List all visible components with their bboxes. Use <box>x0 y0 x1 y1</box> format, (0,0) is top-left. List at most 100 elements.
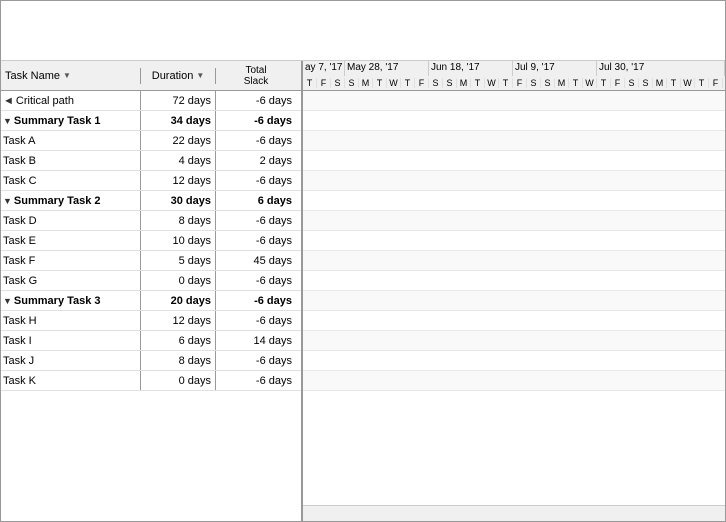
collapse-icon-summary3[interactable]: ▼ <box>3 296 12 306</box>
duration-label: Duration <box>152 70 194 82</box>
month-jul9: Jul 9, '17 <box>513 61 597 76</box>
day-2: F <box>317 78 331 88</box>
day-8: T <box>401 78 415 88</box>
month-jun18: Jun 18, '17 <box>429 61 513 76</box>
task-name-summary1: Summary Task 1 <box>14 115 101 127</box>
day-11: S <box>443 78 457 88</box>
task-name-summary3: Summary Task 3 <box>14 295 101 307</box>
task-cell-F: Task F <box>1 251 141 270</box>
gantt-row-5 <box>303 191 725 211</box>
row-critical-path: ◄ Critical path 72 days -6 days <box>1 91 301 111</box>
task-name-summary2: Summary Task 2 <box>14 195 101 207</box>
row-taskK: Task K 0 days -6 days <box>1 371 301 391</box>
duration-I: 6 days <box>141 331 216 350</box>
gantt-row-11 <box>303 311 725 331</box>
task-name-label: Task Name <box>5 70 60 82</box>
day-6: T <box>373 78 387 88</box>
slack-F: 45 days <box>216 251 296 270</box>
slack-G: -6 days <box>216 271 296 290</box>
day-12: M <box>457 78 471 88</box>
duration-filter-icon[interactable]: ▼ <box>196 71 204 80</box>
slack-D: -6 days <box>216 211 296 230</box>
row-taskD: Task D 8 days -6 days <box>1 211 301 231</box>
month-may7: ay 7, '17 <box>303 61 345 76</box>
day-31: S <box>723 78 725 88</box>
gantt-row-14 <box>303 371 725 391</box>
expand-icon[interactable]: ◄ <box>3 95 14 107</box>
task-cell-summary3: ▼ Summary Task 3 <box>1 291 141 310</box>
slack-H: -6 days <box>216 311 296 330</box>
row-taskG: Task G 0 days -6 days <box>1 271 301 291</box>
slack-E: -6 days <box>216 231 296 250</box>
duration-A: 22 days <box>141 131 216 150</box>
task-cell-G: Task G <box>1 271 141 290</box>
task-table: Task Name ▼ Duration ▼ Total Slack ◄ <box>1 61 303 521</box>
row-summary1: ▼ Summary Task 1 34 days -6 days <box>1 111 301 131</box>
task-cell-C: Task C <box>1 171 141 190</box>
month-may28: May 28, '17 <box>345 61 429 76</box>
slack-summary3: -6 days <box>216 291 296 310</box>
gantt-row-4 <box>303 171 725 191</box>
duration-header: Duration ▼ <box>141 68 216 84</box>
task-cell-B: Task B <box>1 151 141 170</box>
day-22: T <box>597 78 611 88</box>
table-header: Task Name ▼ Duration ▼ Total Slack <box>1 61 301 91</box>
gantt-header: ay 7, '17 May 28, '17 Jun 18, '17 Jul 9,… <box>303 61 725 91</box>
task-cell-K: Task K <box>1 371 141 390</box>
task-cell-J: Task J <box>1 351 141 370</box>
slack-I: 14 days <box>216 331 296 350</box>
gantt-row-6 <box>303 211 725 231</box>
collapse-icon-summary2[interactable]: ▼ <box>3 196 12 206</box>
duration-D: 8 days <box>141 211 216 230</box>
task-cell-I: Task I <box>1 331 141 350</box>
task-cell-summary2: ▼ Summary Task 2 <box>1 191 141 210</box>
slack-J: -6 days <box>216 351 296 370</box>
day-28: W <box>681 78 695 88</box>
day-17: S <box>527 78 541 88</box>
duration-summary2: 30 days <box>141 191 216 210</box>
task-cell-critical-path: ◄ Critical path <box>1 91 141 110</box>
slack-C: -6 days <box>216 171 296 190</box>
task-name-filter-icon[interactable]: ▼ <box>63 71 71 80</box>
day-9: F <box>415 78 429 88</box>
task-cell-A: Task A <box>1 131 141 150</box>
task-cell-summary1: ▼ Summary Task 1 <box>1 111 141 130</box>
gantt-row-2 <box>303 131 725 151</box>
gantt-row-9 <box>303 271 725 291</box>
row-taskF: Task F 5 days 45 days <box>1 251 301 271</box>
day-20: T <box>569 78 583 88</box>
day-29: T <box>695 78 709 88</box>
gantt-row-3 <box>303 151 725 171</box>
gantt-row-0 <box>303 91 725 111</box>
top-spacer <box>1 1 725 61</box>
day-27: T <box>667 78 681 88</box>
row-summary2: ▼ Summary Task 2 30 days 6 days <box>1 191 301 211</box>
task-cell-E: Task E <box>1 231 141 250</box>
day-23: F <box>611 78 625 88</box>
day-16: F <box>513 78 527 88</box>
slack-A: -6 days <box>216 131 296 150</box>
slack-label-line1: Total <box>245 65 266 76</box>
slack-label-line2: Slack <box>244 76 268 87</box>
collapse-icon-summary1[interactable]: ▼ <box>3 116 12 126</box>
task-cell-D: Task D <box>1 211 141 230</box>
slack-header: Total Slack <box>216 63 296 89</box>
day-4: S <box>345 78 359 88</box>
gantt-row-12 <box>303 331 725 351</box>
slack-K: -6 days <box>216 371 296 390</box>
month-labels-row: ay 7, '17 May 28, '17 Jun 18, '17 Jul 9,… <box>303 61 725 76</box>
duration-E: 10 days <box>141 231 216 250</box>
day-21: W <box>583 78 597 88</box>
gantt-scrollbar[interactable] <box>303 505 725 521</box>
duration-J: 8 days <box>141 351 216 370</box>
duration-H: 12 days <box>141 311 216 330</box>
slack-summary2: 6 days <box>216 191 296 210</box>
duration-summary3: 20 days <box>141 291 216 310</box>
day-26: M <box>653 78 667 88</box>
duration-summary1: 34 days <box>141 111 216 130</box>
day-3: S <box>331 78 345 88</box>
day-1: T <box>303 78 317 88</box>
task-cell-H: Task H <box>1 311 141 330</box>
app-container: Task Name ▼ Duration ▼ Total Slack ◄ <box>0 0 726 522</box>
row-taskJ: Task J 8 days -6 days <box>1 351 301 371</box>
